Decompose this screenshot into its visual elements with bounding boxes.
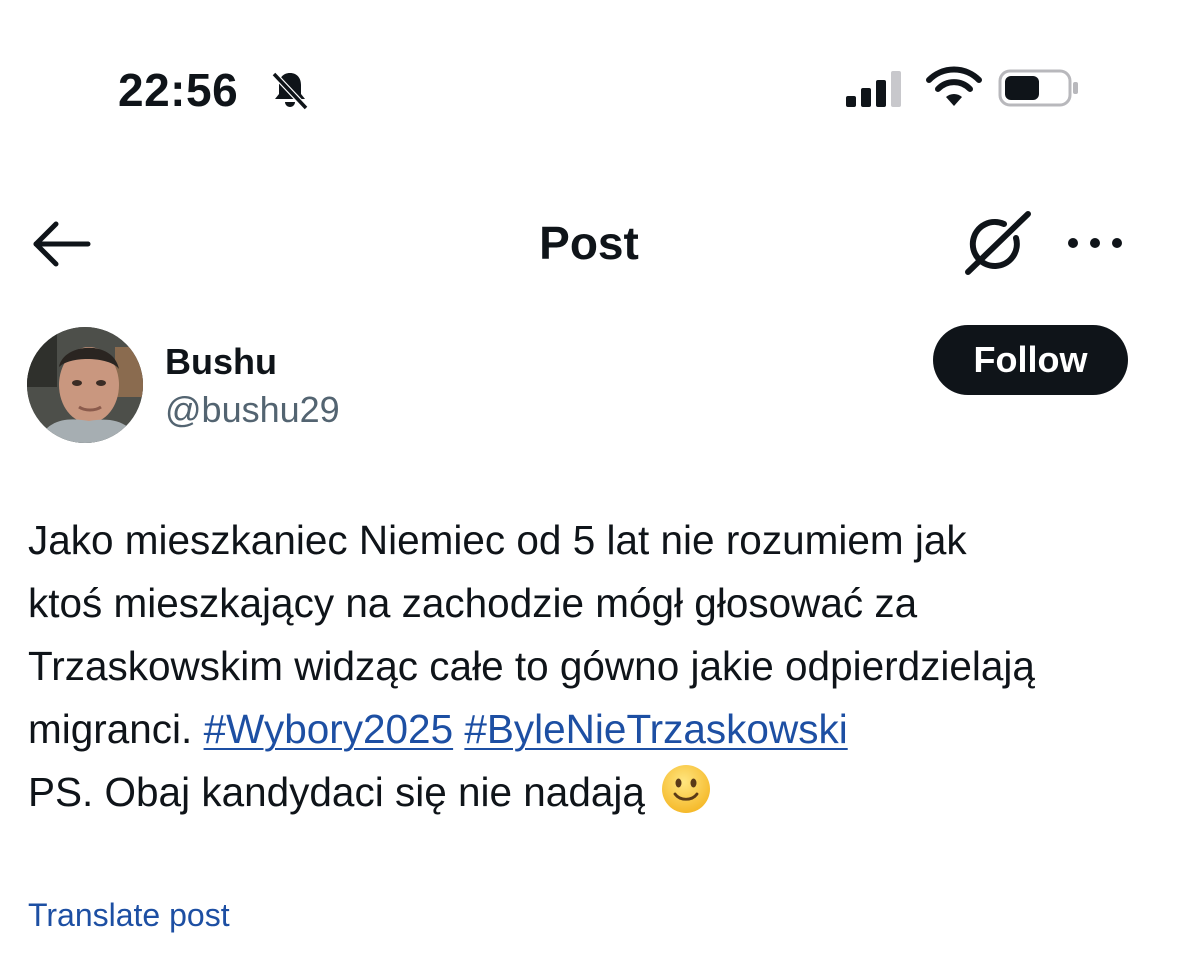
status-time: 22:56: [118, 64, 239, 116]
post-line: migranci. #Wybory2025 #ByleNieTrzaskowsk…: [28, 698, 1158, 761]
wifi-icon: [926, 66, 982, 106]
author-display-name[interactable]: Bushu: [165, 340, 277, 384]
post-line: PS. Obaj kandydaci się nie nadają: [28, 761, 1158, 824]
post-line-text: PS. Obaj kandydaci się nie nadają: [28, 769, 645, 815]
avatar[interactable]: [27, 327, 143, 443]
follow-button[interactable]: Follow: [933, 325, 1128, 395]
more-dots-icon[interactable]: [1064, 228, 1126, 258]
hashtag-link[interactable]: #Wybory2025: [204, 706, 454, 752]
hashtag-link[interactable]: #ByleNieTrzaskowski: [464, 706, 847, 752]
post-line: Jako mieszkaniec Niemiec od 5 lat nie ro…: [28, 517, 967, 563]
cellular-signal-icon: [846, 71, 901, 107]
post-text: Jako mieszkaniec Niemiec od 5 lat nie ro…: [28, 509, 1158, 824]
translate-post-link[interactable]: Translate post: [28, 895, 230, 935]
post-line: Trzaskowskim widząc całe to gówno jakie …: [28, 643, 1035, 689]
post-line-text: migranci.: [28, 706, 193, 752]
post-line: ktoś mieszkający na zachodzie mógł głoso…: [28, 580, 918, 626]
slightly-smiling-face-emoji: [662, 765, 711, 813]
grok-icon[interactable]: [962, 208, 1034, 280]
author-handle[interactable]: @bushu29: [165, 388, 340, 432]
battery-icon: [998, 69, 1078, 107]
bell-slash-icon: [271, 71, 309, 111]
